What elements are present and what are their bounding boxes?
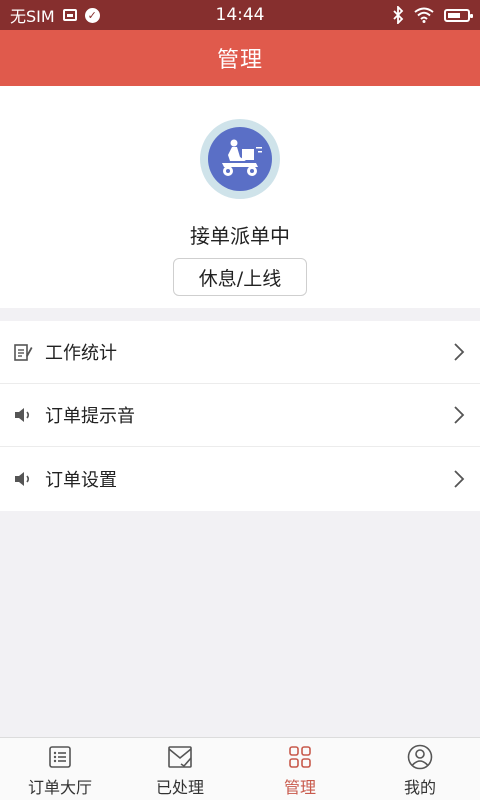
grid-icon (287, 744, 313, 770)
wifi-icon (414, 7, 434, 23)
speaker-icon (13, 405, 33, 425)
menu-item-label: 订单提示音 (45, 406, 135, 427)
bluetooth-icon (393, 6, 404, 24)
sim-card-icon (62, 9, 77, 21)
nav-manage[interactable]: 管理 (240, 738, 360, 800)
speaker-icon (13, 469, 33, 489)
page-title: 管理 (0, 30, 480, 86)
status-left: 无SIM ✓ (10, 3, 180, 27)
settings-menu: 工作统计 订单提示音 订单设置 (0, 321, 480, 511)
chevron-right-icon (452, 342, 466, 362)
rest-online-toggle-button[interactable]: 休息/上线 (173, 258, 307, 296)
user-icon (407, 744, 433, 770)
bottom-nav: 订单大厅 已处理 管理 我的 (0, 737, 480, 800)
menu-item-work-stats[interactable]: 工作统计 (0, 321, 480, 384)
work-status-text: 接单派单中 (190, 224, 290, 248)
nav-label: 我的 (403, 778, 436, 797)
menu-item-order-sound[interactable]: 订单提示音 (0, 384, 480, 447)
delivery-scooter-icon (208, 127, 272, 191)
profile-panel: 接单派单中 休息/上线 (0, 86, 480, 308)
nav-order-hall[interactable]: 订单大厅 (0, 738, 120, 800)
menu-item-order-settings[interactable]: 订单设置 (0, 447, 480, 510)
battery-icon (444, 8, 473, 22)
status-bar: 无SIM ✓ 14:44 (0, 0, 480, 30)
menu-item-label: 订单设置 (45, 469, 117, 491)
chevron-right-icon (452, 469, 466, 489)
status-right (300, 6, 473, 24)
edit-list-icon (13, 342, 33, 362)
nav-mine[interactable]: 我的 (360, 738, 480, 800)
check-circle-icon: ✓ (84, 7, 100, 23)
nav-processed[interactable]: 已处理 (120, 738, 240, 800)
clock: 14:44 (215, 5, 265, 25)
carrier-text: 无SIM (10, 7, 55, 26)
avatar (200, 119, 280, 199)
mail-check-icon (167, 744, 193, 770)
chevron-right-icon (452, 405, 466, 425)
nav-label: 已处理 (155, 778, 204, 797)
menu-item-label: 工作统计 (45, 343, 117, 364)
nav-label: 订单大厅 (27, 778, 92, 797)
list-icon (47, 744, 73, 770)
nav-label: 管理 (283, 778, 316, 797)
